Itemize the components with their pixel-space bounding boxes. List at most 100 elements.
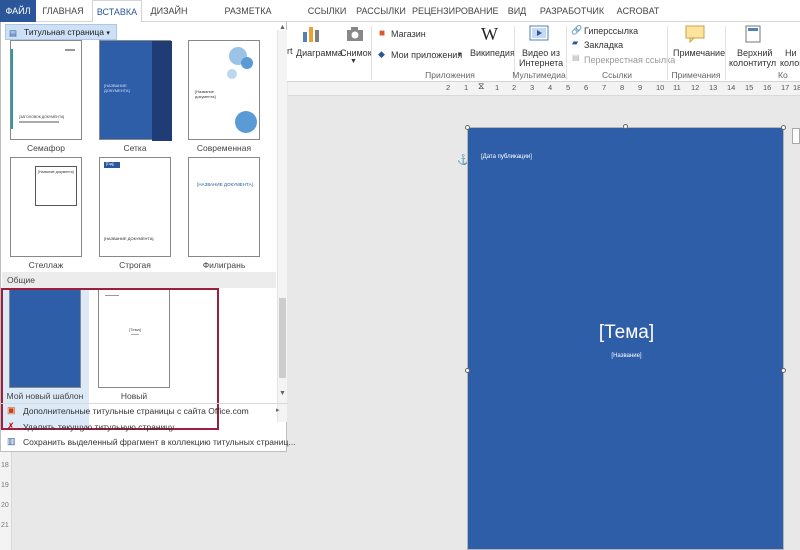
cover-page-button[interactable]: ▤ Титульная страница ▾ <box>5 24 117 40</box>
resize-handle[interactable] <box>623 124 628 129</box>
store-button[interactable]: Магазин <box>391 29 426 39</box>
resize-handle[interactable] <box>781 125 786 130</box>
thumb-text: [ЗАГОЛОВОК ДОКУМЕНТА] <box>19 115 65 119</box>
ruler-number: 9 <box>638 83 643 92</box>
chart-icon <box>300 24 336 46</box>
label-filigran: Филигрань <box>202 260 246 270</box>
ruler-number: 12 <box>691 83 700 92</box>
header-icon <box>745 25 761 45</box>
thumb-text: [НАЗВАНИЕ ДОКУМЕНТА] <box>104 83 130 93</box>
thumb-text: [Название документа] <box>195 89 216 99</box>
scrollbar-thumb[interactable] <box>279 298 286 378</box>
thumb-strogaya[interactable]: [Год] [НАЗВАНИЕ ДОКУМЕНТА] <box>99 157 171 257</box>
tab-references[interactable]: ССЫЛКИ <box>302 0 352 22</box>
ruler-number: 4 <box>548 83 553 92</box>
crossref-button: Перекрестная ссылка <box>584 55 676 65</box>
ruler-number: 7 <box>602 83 607 92</box>
bookmark-icon: ▰ <box>572 38 579 47</box>
ruler-number: 3 <box>530 83 535 92</box>
scroll-up-icon[interactable]: ▲ <box>279 24 286 31</box>
my-apps-button[interactable]: Мои приложения <box>391 50 462 60</box>
menu-save-selection[interactable]: Сохранить выделенный фрагмент в коллекци… <box>23 437 295 447</box>
ruler-number: 1 <box>495 83 500 92</box>
label-sovremennaya: Современная <box>196 143 252 153</box>
ruler-number: 21 <box>1 522 9 529</box>
document-subject-field[interactable]: [Тема] <box>468 322 785 344</box>
ruler-number: 14 <box>727 83 736 92</box>
thumb-semafor[interactable]: [ЗАГОЛОВОК ДОКУМЕНТА] <box>10 40 82 140</box>
tab-review[interactable]: РЕЦЕНЗИРОВАНИЕ <box>412 0 499 22</box>
tab-design[interactable]: ДИЗАЙН <box>145 0 193 22</box>
office-online-icon: ▣ <box>7 405 16 415</box>
publish-date-field[interactable]: [Дата публикации] <box>481 154 532 160</box>
footer-button[interactable]: Ни <box>785 48 797 58</box>
cover-page-button-label: Титульная страница <box>24 27 105 37</box>
header-button-line2[interactable]: колонтитул <box>729 58 776 68</box>
cover-page-gallery: ▤ Титульная страница ▾ [ЗАГОЛОВОК ДОКУМЕ… <box>0 22 295 452</box>
ruler-number: 5 <box>566 83 571 92</box>
ruler-number: 18 <box>1 462 9 469</box>
header-button[interactable]: Верхний <box>737 48 772 58</box>
screenshot-button[interactable]: Снимок <box>340 48 372 58</box>
chevron-down-icon: ▾ <box>106 30 110 37</box>
group-label-media: Мультимедиа <box>512 70 566 80</box>
wikipedia-icon: W <box>481 24 498 44</box>
scroll-down-icon[interactable]: ▼ <box>279 390 286 397</box>
my-apps-dropdown-icon[interactable]: ▾ <box>458 50 462 58</box>
menu-remove-cover-page[interactable]: Удалить текущую титульную страницу <box>23 422 174 432</box>
thumb-text: [Год] <box>106 162 114 166</box>
apps-icon: ◆ <box>378 49 385 59</box>
hyperlink-button[interactable]: Гиперссылка <box>584 26 638 36</box>
chart-button[interactable]: Диаграмма <box>296 48 343 58</box>
ribbon-tab-bar: ФАЙЛ ГЛАВНАЯ ВСТАВКА ДИЗАЙН РАЗМЕТКА СТР… <box>0 0 800 38</box>
tab-insert[interactable]: ВСТАВКА <box>92 0 142 23</box>
wikipedia-button[interactable]: Википедия <box>470 48 515 58</box>
tab-file[interactable]: ФАЙЛ <box>0 0 36 22</box>
label-semafor: Семафор <box>27 143 65 153</box>
resize-handle[interactable] <box>465 125 470 130</box>
ruler-number: 20 <box>1 502 9 509</box>
ruler-number: 18 <box>793 83 800 92</box>
menu-more-cover-pages[interactable]: Дополнительные титульные страницы с сайт… <box>23 406 249 416</box>
thumb-text: [НАЗВАНИЕ ДОКУМЕНТА] <box>197 182 253 187</box>
document-title-field[interactable]: [Название] <box>468 353 785 359</box>
tab-home[interactable]: ГЛАВНАЯ <box>38 0 88 22</box>
section-band <box>2 272 276 288</box>
thumb-setka[interactable]: [НАЗВАНИЕ ДОКУМЕНТА] <box>99 40 172 141</box>
cover-page[interactable]: [Дата публикации] [Тема] [Название] <box>467 127 784 550</box>
horizontal-ruler[interactable]: 2 1 ⧖ 1 2 3 4 5 6 7 8 9 10 11 12 13 14 1… <box>288 81 800 96</box>
label-stellazh: Стеллаж <box>28 260 64 270</box>
thumb-stellazh[interactable]: [Название документа] <box>10 157 82 257</box>
resize-handle[interactable] <box>465 368 470 373</box>
new-comment-button[interactable]: Примечание <box>673 48 725 58</box>
tab-acrobat[interactable]: ACROBAT <box>612 0 664 22</box>
group-label-apps: Приложения <box>425 70 475 80</box>
ruler-number: 17 <box>781 83 790 92</box>
thumb-sovremennaya[interactable]: [Название документа] <box>188 40 260 140</box>
online-video-button[interactable]: Видео из <box>522 48 560 58</box>
layout-options-icon[interactable] <box>792 128 800 144</box>
thumb-text: [Название документа] <box>38 170 74 174</box>
comment-icon <box>685 25 705 45</box>
bookmark-button[interactable]: Закладка <box>584 40 623 50</box>
vertical-ruler[interactable]: 18 19 20 21 <box>0 450 12 550</box>
hyperlink-icon: 🔗 <box>571 25 583 35</box>
camera-icon <box>346 26 364 44</box>
thumb-text: [НАЗВАНИЕ ДОКУМЕНТА] <box>104 236 154 241</box>
resize-handle[interactable] <box>781 368 786 373</box>
label-strogaya: Строгая <box>119 260 151 270</box>
tab-mailings[interactable]: РАССЫЛКИ <box>355 0 407 22</box>
group-label-comments: Примечания <box>671 70 721 80</box>
section-title-custom: Общие <box>7 275 35 285</box>
gallery-scrollbar[interactable]: ▲ ▼ <box>277 24 287 422</box>
footer-button-line2[interactable]: колон <box>780 58 800 68</box>
ruler-number: 19 <box>1 482 9 489</box>
thumb-filigran[interactable]: [НАЗВАНИЕ ДОКУМЕНТА] <box>188 157 260 257</box>
tab-developer[interactable]: РАЗРАБОТЧИК <box>536 0 608 22</box>
indent-marker-icon[interactable]: ⧖ <box>478 81 484 92</box>
tab-view[interactable]: ВИД <box>502 0 532 22</box>
snapshot-dropdown-icon[interactable]: ▼ <box>350 58 357 65</box>
ruler-number: 15 <box>745 83 754 92</box>
tab-page-layout[interactable]: РАЗМЕТКА СТРАНИЦЫ <box>198 0 298 38</box>
online-video-button-line2[interactable]: Интернета <box>519 58 563 68</box>
